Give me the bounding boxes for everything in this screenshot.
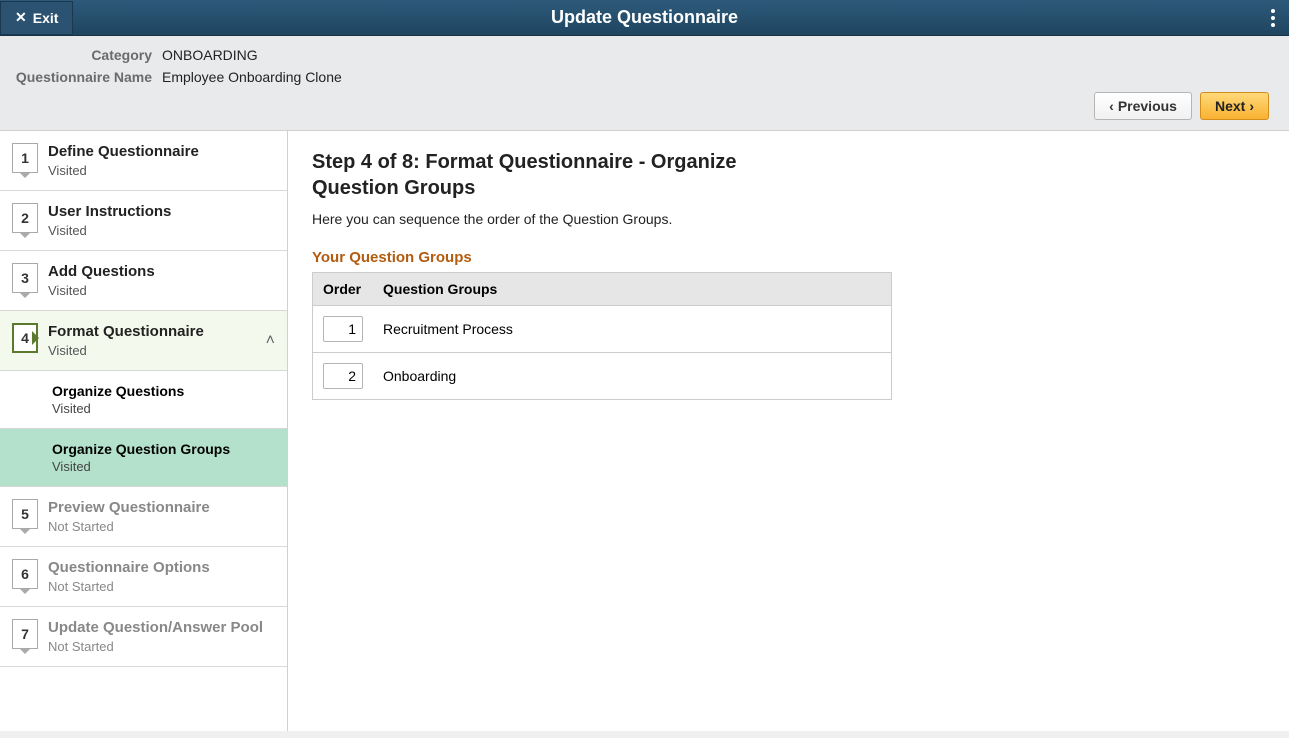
chevron-right-icon: › bbox=[1249, 98, 1254, 114]
sidebar-step-update-question-answer-pool[interactable]: 7 Update Question/Answer Pool Not Starte… bbox=[0, 607, 287, 667]
content-area: 1 Define Questionnaire Visited 2 User In… bbox=[0, 131, 1289, 731]
step-badge: 4 bbox=[12, 323, 38, 353]
step-description: Here you can sequence the order of the Q… bbox=[312, 211, 1265, 227]
substep-status: Visited bbox=[52, 459, 275, 474]
exit-label: Exit bbox=[33, 10, 59, 26]
step-badge: 2 bbox=[12, 203, 38, 233]
table-row: Onboarding bbox=[313, 353, 892, 400]
step-status: Visited bbox=[48, 283, 275, 298]
sidebar-substep-organize-question-groups[interactable]: Organize Question Groups Visited bbox=[0, 429, 287, 487]
chevron-up-icon[interactable]: ˄ bbox=[266, 332, 275, 350]
step-status: Visited bbox=[48, 163, 275, 178]
substep-status: Visited bbox=[52, 401, 275, 416]
question-groups-table: Order Question Groups Recruitment Proces… bbox=[312, 272, 892, 400]
category-label: Category bbox=[12, 44, 162, 66]
table-row: Recruitment Process bbox=[313, 306, 892, 353]
questionnaire-name-value: Employee Onboarding Clone bbox=[162, 66, 342, 88]
previous-button[interactable]: ‹ Previous bbox=[1094, 92, 1192, 120]
step-text: Update Question/Answer Pool Not Started bbox=[48, 619, 275, 654]
main-panel: Step 4 of 8: Format Questionnaire - Orga… bbox=[288, 131, 1289, 731]
step-text: Format Questionnaire Visited bbox=[48, 323, 256, 358]
step-title: Preview Questionnaire bbox=[48, 499, 275, 517]
chevron-left-icon: ‹ bbox=[1109, 98, 1114, 114]
step-status: Not Started bbox=[48, 579, 275, 594]
next-button[interactable]: Next › bbox=[1200, 92, 1269, 120]
step-status: Not Started bbox=[48, 639, 275, 654]
order-input[interactable] bbox=[323, 363, 363, 389]
step-text: Add Questions Visited bbox=[48, 263, 275, 298]
step-title: Update Question/Answer Pool bbox=[48, 619, 275, 637]
sidebar-step-questionnaire-options[interactable]: 6 Questionnaire Options Not Started bbox=[0, 547, 287, 607]
category-row: Category ONBOARDING bbox=[12, 44, 1277, 66]
col-header-question-groups: Question Groups bbox=[373, 273, 892, 306]
step-title: Questionnaire Options bbox=[48, 559, 275, 577]
step-status: Visited bbox=[48, 223, 275, 238]
previous-label: Previous bbox=[1118, 98, 1177, 114]
sidebar-step-user-instructions[interactable]: 2 User Instructions Visited bbox=[0, 191, 287, 251]
category-value: ONBOARDING bbox=[162, 44, 258, 66]
step-status: Visited bbox=[48, 343, 256, 358]
step-badge: 1 bbox=[12, 143, 38, 173]
step-text: Define Questionnaire Visited bbox=[48, 143, 275, 178]
more-actions-icon[interactable] bbox=[1271, 9, 1275, 27]
questionnaire-name-label: Questionnaire Name bbox=[12, 66, 162, 88]
close-icon: ✕ bbox=[15, 9, 27, 26]
wizard-sidebar[interactable]: 1 Define Questionnaire Visited 2 User In… bbox=[0, 131, 288, 731]
question-group-name: Recruitment Process bbox=[373, 306, 892, 353]
substep-title: Organize Questions bbox=[52, 383, 275, 399]
sidebar-step-preview-questionnaire[interactable]: 5 Preview Questionnaire Not Started bbox=[0, 487, 287, 547]
step-text: User Instructions Visited bbox=[48, 203, 275, 238]
step-badge: 7 bbox=[12, 619, 38, 649]
info-bar: Category ONBOARDING Questionnaire Name E… bbox=[0, 36, 1289, 131]
step-badge: 6 bbox=[12, 559, 38, 589]
step-title: Define Questionnaire bbox=[48, 143, 275, 161]
page-title: Update Questionnaire bbox=[551, 7, 738, 28]
order-input[interactable] bbox=[323, 316, 363, 342]
step-badge: 3 bbox=[12, 263, 38, 293]
questionnaire-name-row: Questionnaire Name Employee Onboarding C… bbox=[12, 66, 1277, 88]
col-header-order: Order bbox=[313, 273, 374, 306]
sidebar-step-add-questions[interactable]: 3 Add Questions Visited bbox=[0, 251, 287, 311]
step-title: Add Questions bbox=[48, 263, 275, 281]
section-title: Your Question Groups bbox=[312, 249, 1265, 266]
sidebar-step-format-questionnaire[interactable]: 4 Format Questionnaire Visited ˄ bbox=[0, 311, 287, 371]
step-title: Format Questionnaire bbox=[48, 323, 256, 341]
nav-buttons: ‹ Previous Next › bbox=[12, 88, 1277, 120]
step-badge: 5 bbox=[12, 499, 38, 529]
step-title: User Instructions bbox=[48, 203, 275, 221]
sidebar-step-define-questionnaire[interactable]: 1 Define Questionnaire Visited bbox=[0, 131, 287, 191]
exit-button[interactable]: ✕ Exit bbox=[0, 1, 73, 35]
step-status: Not Started bbox=[48, 519, 275, 534]
step-heading: Step 4 of 8: Format Questionnaire - Orga… bbox=[312, 149, 752, 201]
substep-title: Organize Question Groups bbox=[52, 441, 275, 457]
sidebar-substep-organize-questions[interactable]: Organize Questions Visited bbox=[0, 371, 287, 429]
header-bar: ✕ Exit Update Questionnaire bbox=[0, 0, 1289, 36]
step-text: Questionnaire Options Not Started bbox=[48, 559, 275, 594]
question-group-name: Onboarding bbox=[373, 353, 892, 400]
step-text: Preview Questionnaire Not Started bbox=[48, 499, 275, 534]
next-label: Next bbox=[1215, 98, 1245, 114]
